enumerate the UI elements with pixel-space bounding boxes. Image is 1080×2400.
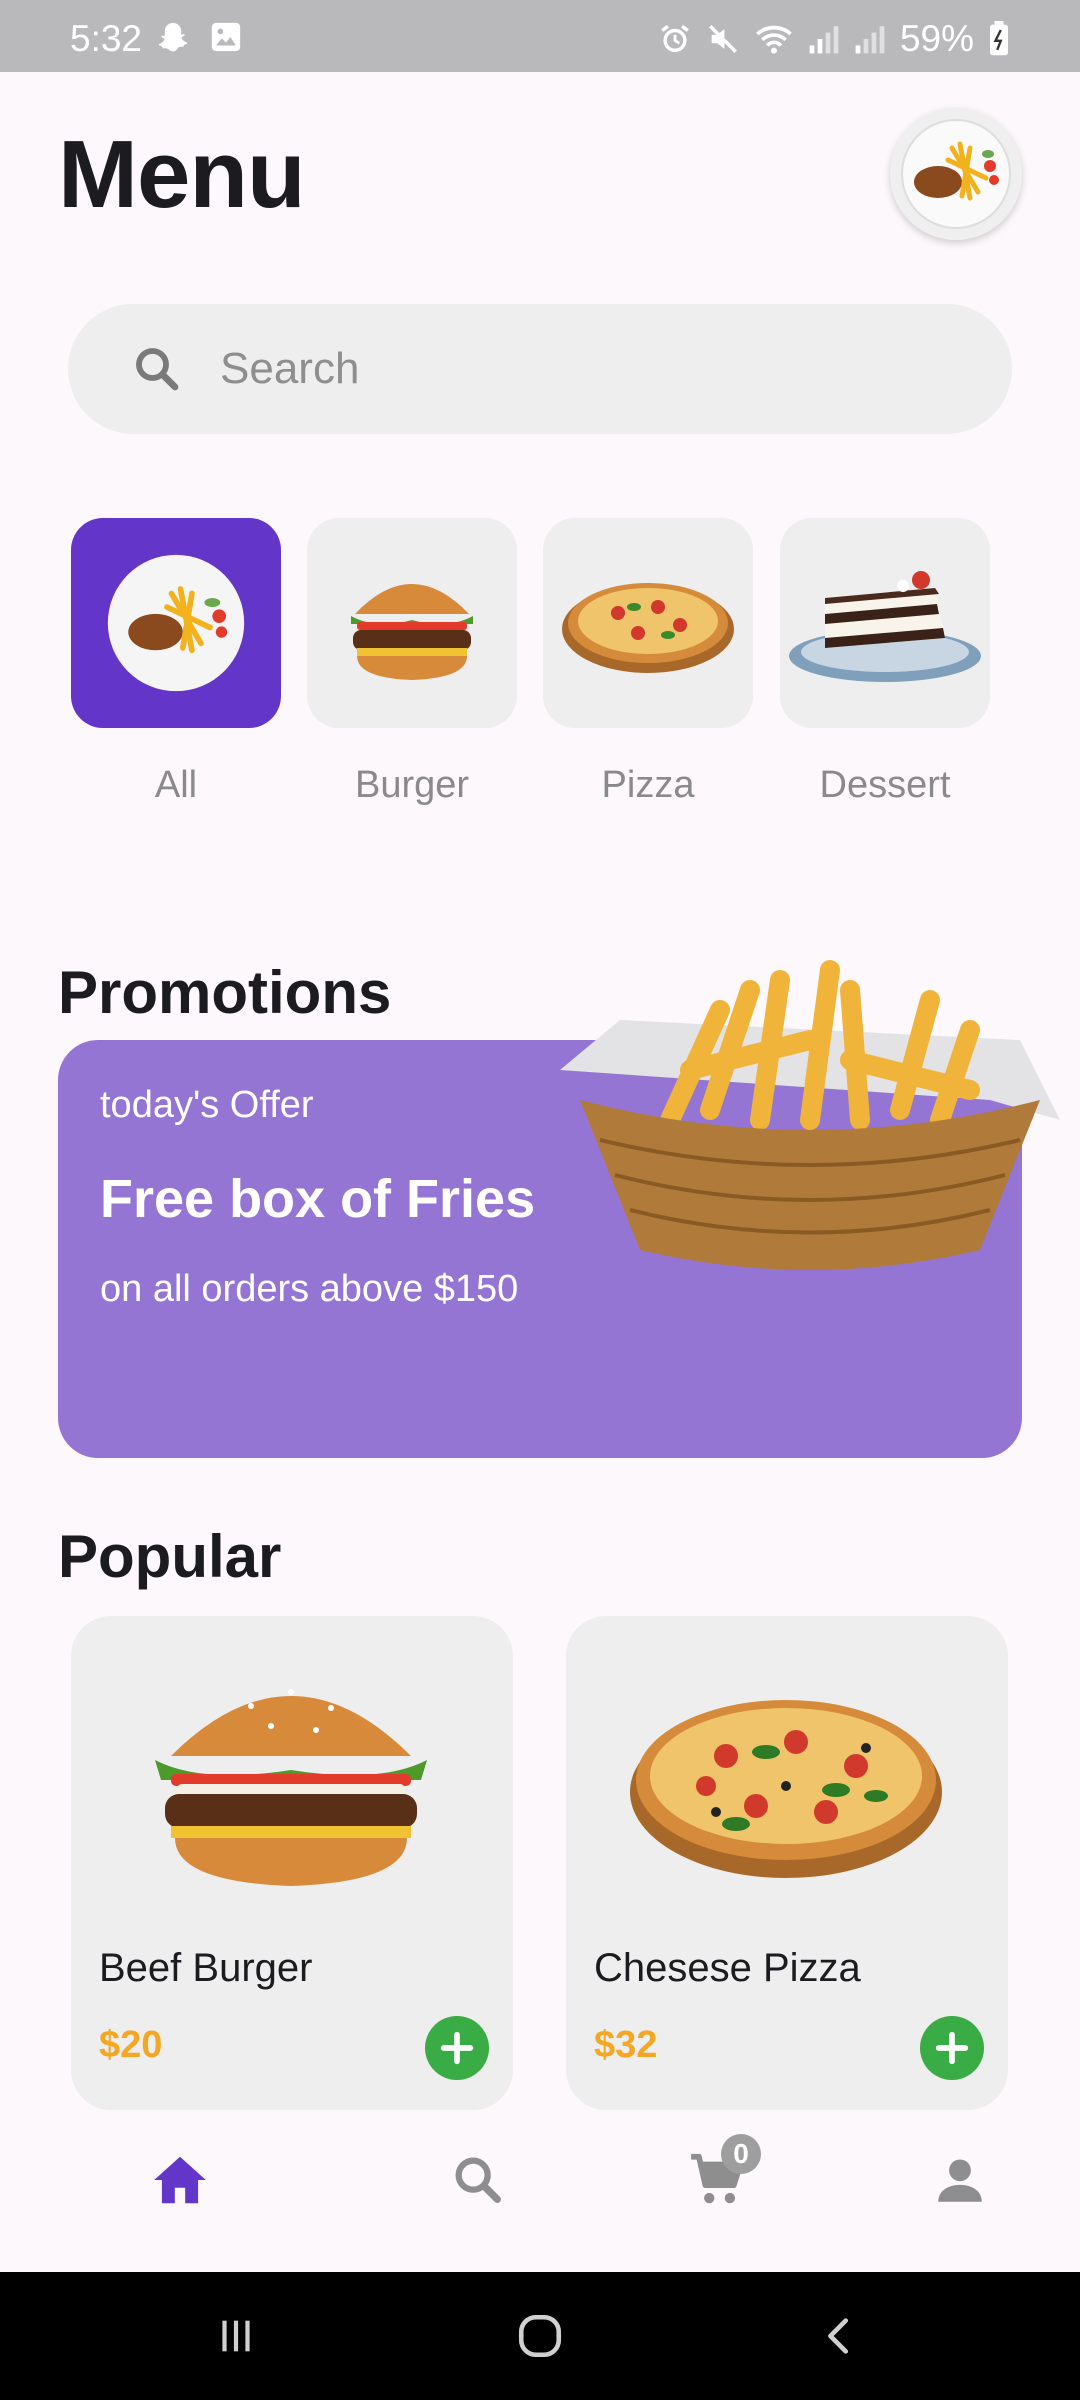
nav-search[interactable]: [438, 2140, 518, 2220]
popular-title: Popular: [58, 1523, 282, 1590]
category-all[interactable]: All: [71, 518, 281, 807]
recent-apps-button[interactable]: [196, 2304, 276, 2368]
back-chevron-icon: [828, 2318, 849, 2354]
avatar[interactable]: [890, 108, 1022, 240]
search-icon: [136, 348, 179, 391]
wifi-icon: [756, 25, 792, 54]
bottom-nav: 0: [0, 2110, 1080, 2272]
food-card-chesese-pizza[interactable]: Chesese Pizza $32: [566, 1616, 1008, 2110]
nav-home[interactable]: [140, 2140, 220, 2220]
page-title: Menu: [58, 121, 306, 228]
gallery-icon: [211, 22, 241, 52]
food-card-beef-burger[interactable]: Beef Burger $20: [71, 1616, 513, 2110]
battery-percent: 59%: [899, 18, 974, 59]
status-bar: 5:32 59%: [0, 0, 1080, 72]
mute-icon: [708, 25, 737, 53]
promotions-title: Promotions: [58, 959, 392, 1026]
home-circle-icon: [518, 2314, 562, 2358]
search-icon: [455, 2157, 501, 2203]
food-name: Beef Burger: [99, 1946, 313, 1990]
pizza-icon: [630, 1700, 942, 1878]
home-button[interactable]: [500, 2304, 580, 2368]
food-name: Chesese Pizza: [594, 1946, 861, 1990]
food-plate-icon: [901, 119, 1011, 229]
system-nav-bar: [0, 2272, 1080, 2400]
back-button[interactable]: [800, 2304, 880, 2368]
cart-badge: 0: [721, 2134, 761, 2174]
signal-icon: [855, 26, 885, 54]
snapchat-icon: [158, 23, 188, 52]
category-label: All: [154, 764, 198, 806]
promo-subtext: on all orders above $150: [100, 1268, 519, 1310]
burger-icon: [155, 1689, 427, 1886]
plus-icon: [935, 2031, 969, 2065]
nav-cart[interactable]: 0: [677, 2134, 761, 2220]
category-dessert[interactable]: Dessert: [780, 518, 990, 807]
food-price: $32: [594, 2024, 658, 2066]
pizza-icon: [562, 583, 734, 673]
search-input[interactable]: [220, 304, 960, 434]
recent-apps-icon: [222, 2320, 250, 2352]
alarm-icon: [661, 24, 689, 53]
plus-icon: [440, 2031, 474, 2065]
burger-icon: [351, 584, 473, 680]
cake-icon: [789, 571, 981, 682]
nav-profile[interactable]: [920, 2140, 1000, 2220]
search-bar[interactable]: [68, 304, 1012, 434]
add-to-cart-button[interactable]: [920, 2016, 984, 2080]
category-label: Dessert: [819, 764, 951, 806]
promo-kicker: today's Offer: [100, 1084, 314, 1126]
battery-icon: [990, 21, 1008, 56]
status-time: 5:32: [70, 18, 143, 59]
category-label: Pizza: [601, 764, 695, 806]
category-burger[interactable]: Burger: [307, 518, 517, 807]
home-icon: [154, 2156, 206, 2204]
promo-headline: Free box of Fries: [100, 1169, 536, 1229]
profile-icon: [938, 2159, 982, 2202]
category-pizza[interactable]: Pizza: [543, 518, 753, 807]
fries-basket-icon: [560, 960, 1060, 1270]
signal-icon: [809, 26, 839, 54]
add-to-cart-button[interactable]: [425, 2016, 489, 2080]
food-plate-icon: [107, 554, 245, 692]
food-price: $20: [99, 2024, 163, 2066]
category-label: Burger: [354, 764, 470, 806]
